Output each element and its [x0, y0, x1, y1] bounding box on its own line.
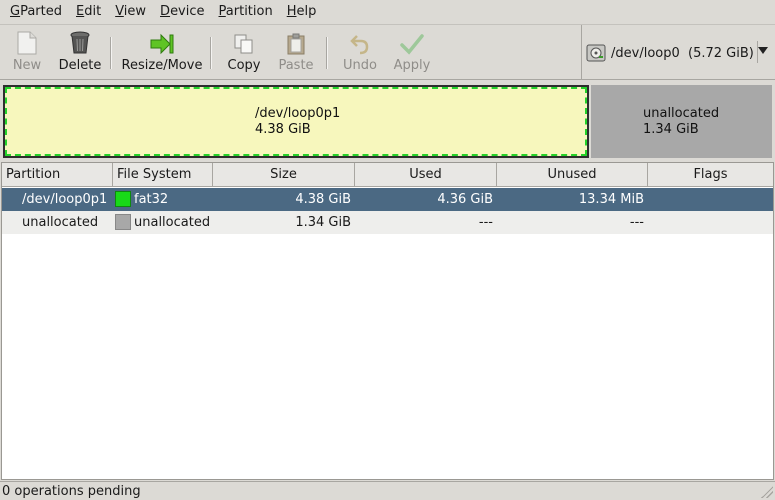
cell-flags: [648, 188, 773, 211]
cell-used: 4.36 GiB: [437, 192, 493, 207]
menu-bar: GParted Edit View Device Partition Help: [0, 0, 775, 24]
resize-grip-icon[interactable]: [761, 486, 773, 498]
toolbar-separator: [326, 37, 328, 69]
copy-icon: [234, 34, 253, 54]
copy-button[interactable]: Copy: [222, 25, 266, 79]
cell-size: 1.34 GiB: [295, 215, 351, 230]
new-document-icon: [17, 31, 37, 55]
column-header-flags[interactable]: Flags: [648, 163, 773, 187]
chevron-down-icon: [758, 47, 768, 54]
segment-name: /dev/loop0p1: [255, 105, 341, 121]
menu-partition[interactable]: Partition: [212, 0, 280, 24]
cell-unused: ---: [629, 215, 644, 230]
segment-name: unallocated: [643, 105, 720, 121]
segment-size: 1.34 GiB: [643, 121, 699, 137]
table-row[interactable]: /dev/loop0p1 fat32 4.38 GiB 4.36 GiB 13.…: [2, 188, 773, 211]
status-bar: 0 operations pending: [0, 481, 775, 500]
menu-device[interactable]: Device: [153, 0, 211, 24]
column-header-used[interactable]: Used: [355, 163, 497, 187]
partition-table: Partition File System Size Used Unused F…: [1, 162, 774, 480]
delete-button[interactable]: Delete: [54, 25, 106, 79]
table-row[interactable]: unallocated unallocated 1.34 GiB --- ---: [2, 211, 773, 234]
status-text: 0 operations pending: [2, 484, 141, 499]
toolbar-separator: [210, 37, 212, 69]
cell-partition: unallocated: [22, 215, 99, 230]
undo-arrow-icon: [350, 35, 369, 55]
toolbar-separator: [110, 37, 112, 69]
cell-filesystem: fat32: [134, 192, 169, 207]
menu-help[interactable]: Help: [280, 0, 324, 24]
partition-segment-unallocated[interactable]: unallocated 1.34 GiB: [591, 85, 772, 158]
trash-icon: [70, 31, 90, 54]
cell-used: ---: [478, 215, 493, 230]
undo-button[interactable]: Undo: [338, 25, 382, 79]
resize-move-button[interactable]: Resize/Move: [120, 25, 204, 79]
partition-segment-loop0p1[interactable]: /dev/loop0p1 4.38 GiB: [3, 85, 589, 158]
cell-unused: 13.34 MiB: [578, 192, 644, 207]
filesystem-color-swatch: [115, 191, 131, 207]
new-button[interactable]: New: [6, 25, 48, 79]
cell-size: 4.38 GiB: [295, 192, 351, 207]
checkmark-icon: [400, 34, 424, 55]
apply-button[interactable]: Apply: [390, 25, 434, 79]
cell-flags: [648, 211, 773, 234]
column-header-unused[interactable]: Unused: [497, 163, 648, 187]
column-header-size[interactable]: Size: [213, 163, 355, 187]
paste-button[interactable]: Paste: [274, 25, 318, 79]
device-selector[interactable]: /dev/loop0 (5.72 GiB): [586, 40, 772, 66]
device-label: /dev/loop0 (5.72 GiB): [611, 45, 754, 61]
cell-filesystem: unallocated: [134, 215, 211, 230]
table-header: Partition File System Size Used Unused F…: [2, 163, 773, 187]
filesystem-color-swatch: [115, 214, 131, 230]
paste-clipboard-icon: [287, 33, 305, 55]
menu-gparted[interactable]: GParted: [3, 0, 69, 24]
column-header-filesystem[interactable]: File System: [113, 163, 213, 187]
device-selector-area: /dev/loop0 (5.72 GiB): [581, 25, 775, 80]
cell-partition: /dev/loop0p1: [22, 192, 108, 207]
disk-visual-map: /dev/loop0p1 4.38 GiB unallocated 1.34 G…: [0, 81, 775, 161]
hard-disk-icon: [586, 44, 606, 62]
segment-size: 4.38 GiB: [255, 121, 311, 137]
resize-move-icon: [150, 33, 174, 55]
partition-segment-fill: /dev/loop0p1 4.38 GiB: [5, 87, 587, 156]
menu-edit[interactable]: Edit: [69, 0, 108, 24]
menu-view[interactable]: View: [108, 0, 153, 24]
column-header-partition[interactable]: Partition: [2, 163, 113, 187]
toolbar: New Delete Resize/Move Copy Paste Undo A…: [0, 24, 775, 80]
